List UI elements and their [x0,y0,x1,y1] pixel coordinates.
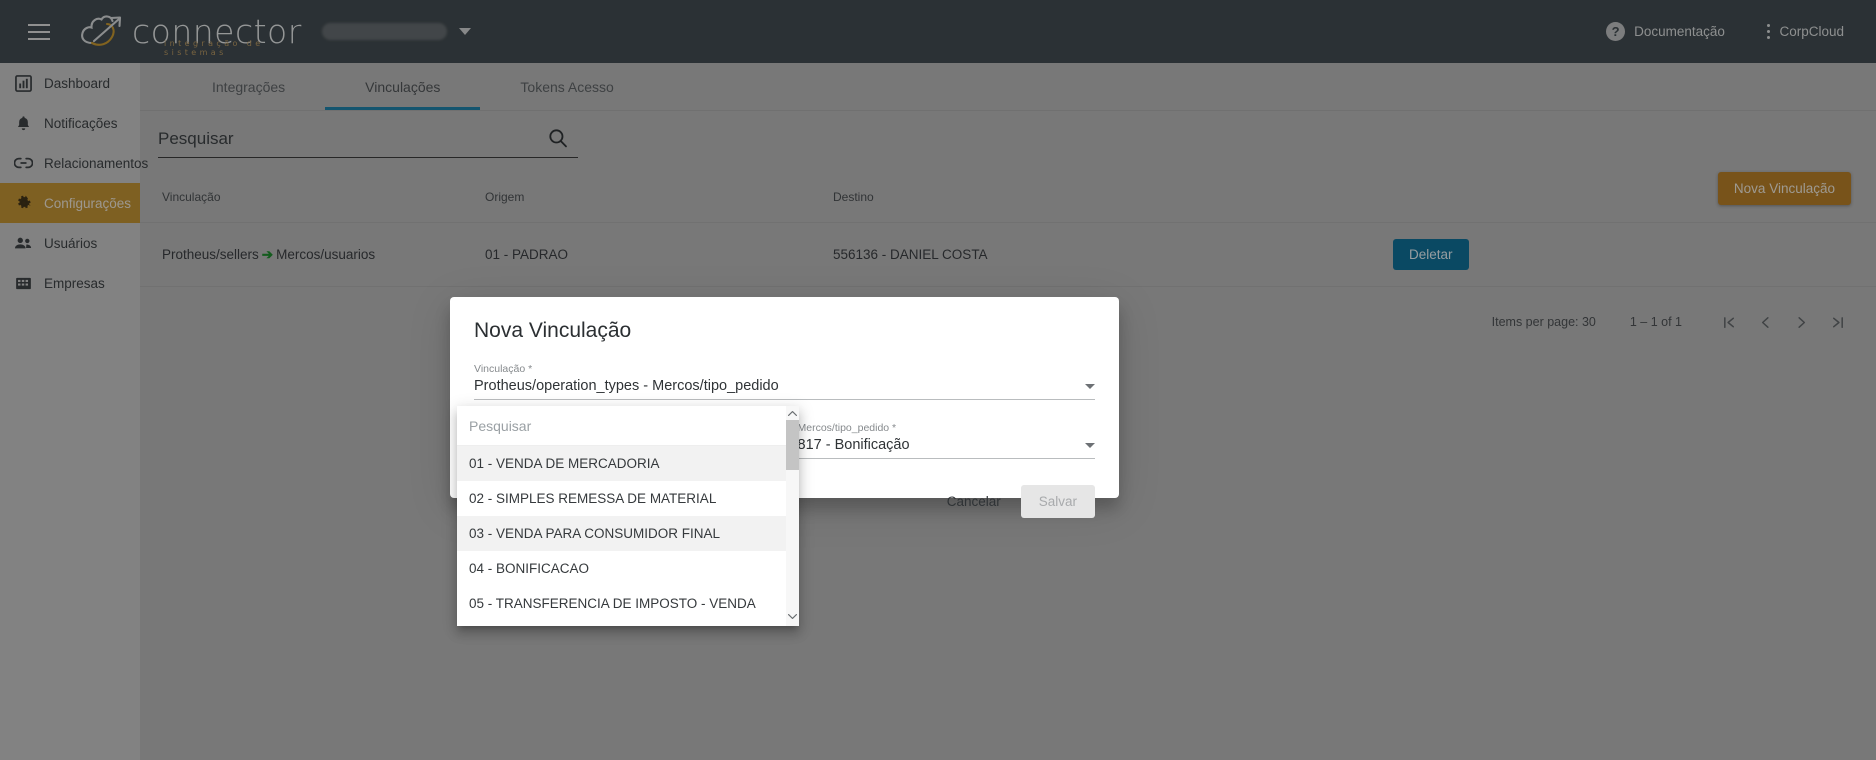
save-button: Salvar [1020,485,1095,518]
field-vinculacao[interactable]: Vinculação * Protheus/operation_types - … [474,363,1095,400]
field-vinculacao-value: Protheus/operation_types - Mercos/tipo_p… [474,378,779,394]
dropdown-option[interactable]: 05 - TRANSFERENCIA DE IMPOSTO - VENDA [457,586,799,621]
dialog-title: Nova Vinculação [474,319,632,342]
chevron-up-icon[interactable] [787,409,798,420]
chevron-down-icon[interactable] [1085,443,1095,448]
field-destino-value: 817 - Bonificação [797,437,910,453]
dropdown-search-row[interactable] [457,406,799,446]
chevron-down-icon[interactable] [1085,384,1095,389]
dropdown-search-input[interactable] [469,417,787,434]
dropdown-option-list: 01 - VENDA DE MERCADORIA 02 - SIMPLES RE… [457,446,799,621]
dropdown-option[interactable]: 03 - VENDA PARA CONSUMIDOR FINAL [457,516,799,551]
dropdown-scrollbar-thumb[interactable] [786,420,799,470]
cancel-button[interactable]: Cancelar [931,485,1017,518]
field-mercos-tipo-pedido[interactable]: Mercos/tipo_pedido * 817 - Bonificação [797,422,1095,459]
field-vinculacao-label: Vinculação * [474,363,533,375]
chevron-down-icon[interactable] [787,612,798,623]
dropdown-option[interactable]: 04 - BONIFICACAO [457,551,799,586]
dropdown-option[interactable]: 01 - VENDA DE MERCADORIA [457,446,799,481]
dropdown-option[interactable]: 02 - SIMPLES REMESSA DE MATERIAL [457,481,799,516]
operation-types-dropdown: 01 - VENDA DE MERCADORIA 02 - SIMPLES RE… [457,406,799,626]
field-destino-label: Mercos/tipo_pedido * [797,422,897,434]
